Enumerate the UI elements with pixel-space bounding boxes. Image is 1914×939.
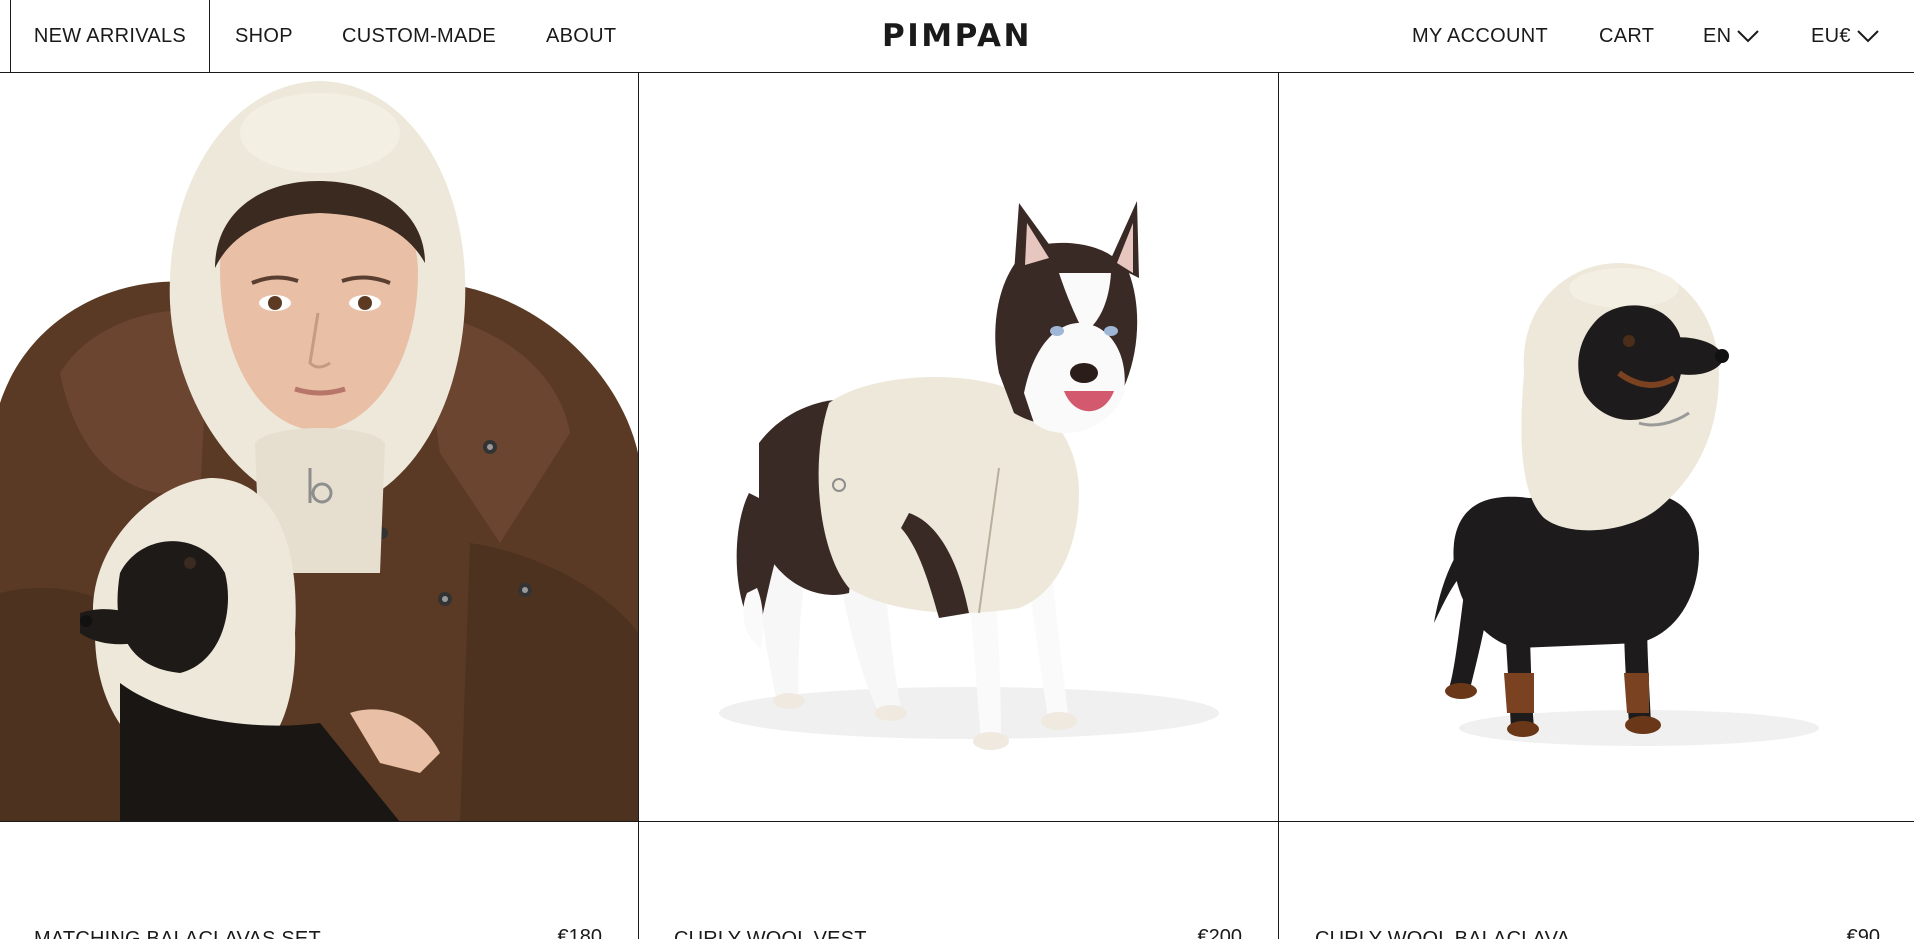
currency-label: EU€ [1811,24,1851,47]
person-and-dachshund-balaclava-photo [0,81,638,821]
product-info[interactable]: CURLY WOOL BALACLAVA ECRU €90 [1279,823,1914,939]
product-price: €90 [1846,926,1880,939]
husky-wool-vest-photo [719,201,1219,750]
product-card[interactable]: MATCHING BALACLAVAS SET ECRU €180 [0,73,638,939]
product-price: €200 [1197,926,1243,939]
nav-about[interactable]: ABOUT [546,0,616,72]
product-card[interactable]: CURLY WOOL BALACLAVA ECRU €90 [1278,73,1914,939]
nav-custom-made[interactable]: CUSTOM-MADE [342,0,496,72]
product-price: €180 [557,926,603,939]
product-name[interactable]: MATCHING BALACLAVAS SET [34,928,321,939]
product-grid: MATCHING BALACLAVAS SET ECRU €180 [0,73,1914,939]
chevron-down-icon [1857,29,1879,43]
product-info[interactable]: CURLY WOOL VEST ECRU €200 [639,823,1278,939]
product-image[interactable] [639,73,1278,822]
product-card[interactable]: CURLY WOOL VEST ECRU €200 [638,73,1278,939]
language-label: EN [1703,24,1732,47]
site-header: NEW ARRIVALS SHOP CUSTOM-MADE ABOUT PIMP… [0,0,1914,73]
language-selector[interactable]: EN [1703,0,1760,72]
product-name[interactable]: CURLY WOOL VEST [674,928,867,939]
product-image[interactable] [0,73,638,822]
product-info[interactable]: MATCHING BALACLAVAS SET ECRU €180 [0,823,638,939]
nav-new-arrivals[interactable]: NEW ARRIVALS [10,0,210,72]
nav-cart[interactable]: CART [1599,0,1654,72]
product-image[interactable] [1279,73,1914,822]
nav-shop[interactable]: SHOP [235,0,293,72]
nav-my-account[interactable]: MY ACCOUNT [1412,0,1548,72]
chevron-down-icon [1737,29,1760,43]
product-name[interactable]: CURLY WOOL BALACLAVA [1315,928,1570,939]
dachshund-balaclava-photo [1434,263,1819,746]
currency-selector[interactable]: EU€ [1811,0,1879,72]
brand-logo[interactable]: PIMPAN [882,18,1032,54]
